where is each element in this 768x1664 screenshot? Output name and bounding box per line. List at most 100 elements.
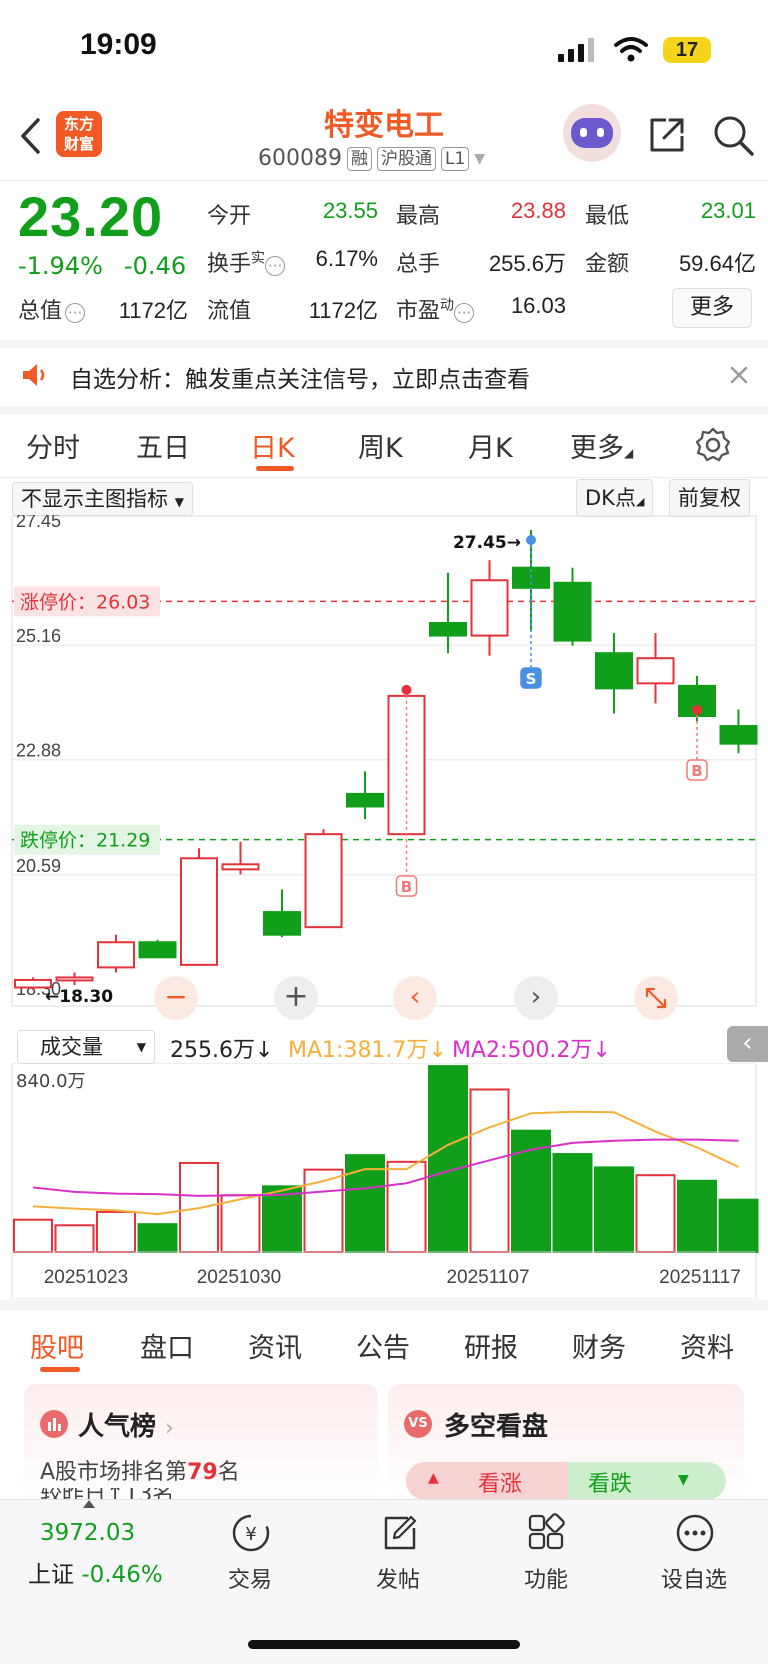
stock-code-row[interactable]: 600089 融 沪股通 L1 ▼ — [258, 146, 485, 171]
candle-body — [387, 694, 426, 836]
zoom-in-button[interactable]: + — [274, 976, 318, 1020]
more-dots-icon — [676, 1514, 714, 1552]
y-tick-label: 20.59 — [16, 856, 61, 876]
turnover-value: 6.17% — [315, 246, 378, 271]
close-icon[interactable] — [728, 364, 750, 386]
volume-bar — [96, 1210, 136, 1254]
high-value: 23.88 — [510, 198, 566, 223]
chart-bars-icon — [40, 1410, 68, 1438]
info-icon[interactable]: ··· — [265, 256, 286, 276]
more-button[interactable]: 更多 — [672, 288, 752, 328]
vs-icon: VS — [404, 1410, 432, 1438]
signal-dot — [526, 535, 536, 545]
y-tick-label: 25.16 — [16, 626, 61, 646]
low-label: 最低 — [585, 204, 630, 229]
collapse-panel-button[interactable]: ‹ — [727, 1026, 768, 1062]
index-value[interactable]: 3972.03 — [40, 1520, 135, 1546]
turnover-label: 换手实 ··· — [207, 246, 286, 278]
index-ticker[interactable]: 上证 -0.46% — [28, 1555, 163, 1589]
trade-icon: ¥ — [232, 1514, 270, 1552]
market-cap-label: 总值 ··· — [18, 293, 86, 325]
nav-post[interactable]: 发帖 — [348, 1510, 448, 1620]
tab-weekly-k[interactable]: 周K — [358, 426, 403, 465]
adjust-button[interactable]: 前复权 — [669, 479, 750, 517]
bull-button[interactable]: ▲ 看涨 — [406, 1462, 574, 1500]
scroll-right-button[interactable]: › — [514, 976, 558, 1020]
tab-active-indicator — [256, 466, 294, 471]
candle-body — [180, 857, 218, 966]
share-icon[interactable] — [646, 114, 688, 156]
candlestick-chart[interactable]: 27.4525.1622.8820.5918.30涨停价：26.03跌停价：21… — [0, 515, 768, 1025]
bull-bear-card[interactable]: VS 多空看盘 ▲ 看涨 看跌 ▼ — [388, 1384, 744, 1500]
home-indicator — [248, 1640, 520, 1649]
candle-body — [346, 792, 384, 808]
change-amount: -0.46 — [124, 252, 187, 280]
tab-daily-k[interactable]: 日K — [250, 426, 295, 465]
nav-functions[interactable]: 功能 — [496, 1510, 596, 1620]
volume-indicator-select[interactable]: 成交量 ▼ — [17, 1030, 155, 1064]
float-cap-value: 1172亿 — [308, 298, 378, 323]
indicator-select[interactable]: 不显示主图指标 ▼ — [12, 482, 193, 516]
pe-label: 市盈动 ··· — [396, 293, 475, 325]
candle-body — [429, 622, 467, 637]
dk-signal-button[interactable]: DK点◢ — [576, 479, 654, 517]
tab-financials[interactable]: 财务 — [572, 1326, 626, 1365]
change-percent: -1.94% — [18, 252, 103, 280]
candle-body — [636, 657, 675, 685]
candle-body — [719, 725, 758, 745]
volume-bar — [386, 1160, 427, 1253]
y-tick-label: 22.88 — [16, 741, 61, 761]
x-tick-label: 20251117 — [659, 1267, 741, 1288]
volume-bar — [137, 1223, 178, 1254]
volume-bar — [552, 1153, 593, 1253]
volume-bar — [220, 1194, 261, 1254]
limit-up-label: 涨停价：26.03 — [20, 591, 150, 613]
tab-intraday[interactable]: 分时 — [26, 426, 80, 465]
nav-add-watchlist[interactable]: 设自选 — [644, 1510, 744, 1620]
signal-label: B — [691, 762, 702, 780]
scroll-left-button[interactable]: ‹ — [393, 976, 437, 1020]
volume-bar — [469, 1088, 510, 1253]
tab-monthly-k[interactable]: 月K — [468, 426, 513, 465]
expand-arrow-icon[interactable] — [83, 1500, 95, 1508]
volume-ma2: MA2:500.2万↓ — [452, 1038, 611, 1063]
popularity-card[interactable]: 人气榜 › A股市场排名第79名 较昨日↑13名 — [24, 1384, 378, 1500]
candle-body — [595, 652, 633, 690]
notice-text[interactable]: 自选分析：触发重点关注信号，立即点击查看 — [70, 360, 530, 394]
assistant-avatar-icon[interactable] — [563, 104, 621, 162]
volume-current: 255.6万↓ — [170, 1038, 274, 1063]
x-tick-label: 20251107 — [446, 1267, 529, 1288]
tab-profile[interactable]: 资料 — [680, 1326, 734, 1365]
tab-five-day[interactable]: 五日 — [136, 426, 190, 465]
signal-dot — [692, 705, 702, 716]
volume-y-tick: 840.0万 — [16, 1071, 86, 1092]
volume-bar — [677, 1179, 717, 1253]
amount-value: 59.64亿 — [678, 251, 756, 276]
candle-body — [221, 863, 260, 871]
gear-icon[interactable] — [694, 426, 732, 464]
bear-button[interactable]: 看跌 ▼ — [568, 1462, 726, 1500]
x-tick-label: 20251030 — [197, 1267, 282, 1288]
search-icon[interactable] — [712, 114, 756, 158]
bottom-tab-indicator — [40, 1367, 80, 1372]
tab-research[interactable]: 研报 — [464, 1326, 518, 1365]
open-value: 23.55 — [322, 198, 378, 223]
info-icon[interactable]: ··· — [454, 303, 475, 323]
volume-bar — [635, 1174, 676, 1253]
fullscreen-button[interactable] — [634, 976, 678, 1020]
zoom-out-button[interactable]: − — [154, 976, 198, 1020]
tab-announcements[interactable]: 公告 — [356, 1326, 410, 1365]
expand-icon — [645, 987, 667, 1009]
low-value: 23.01 — [700, 198, 756, 223]
tab-forum[interactable]: 股吧 — [30, 1326, 84, 1365]
battery-icon: 17 — [663, 37, 711, 63]
nav-trade[interactable]: ¥ 交易 — [200, 1510, 300, 1620]
tab-news[interactable]: 资讯 — [248, 1326, 302, 1365]
volume-label: 总手 — [396, 252, 441, 277]
candle-body — [55, 976, 94, 982]
signal-icon — [558, 38, 594, 62]
volume-chart[interactable]: 840.0万 20251023 20251030 20251107 20251117 — [0, 1063, 768, 1299]
tab-order-book[interactable]: 盘口 — [140, 1326, 194, 1365]
tab-more[interactable]: 更多◢ — [570, 426, 633, 465]
info-icon[interactable]: ··· — [65, 303, 86, 323]
